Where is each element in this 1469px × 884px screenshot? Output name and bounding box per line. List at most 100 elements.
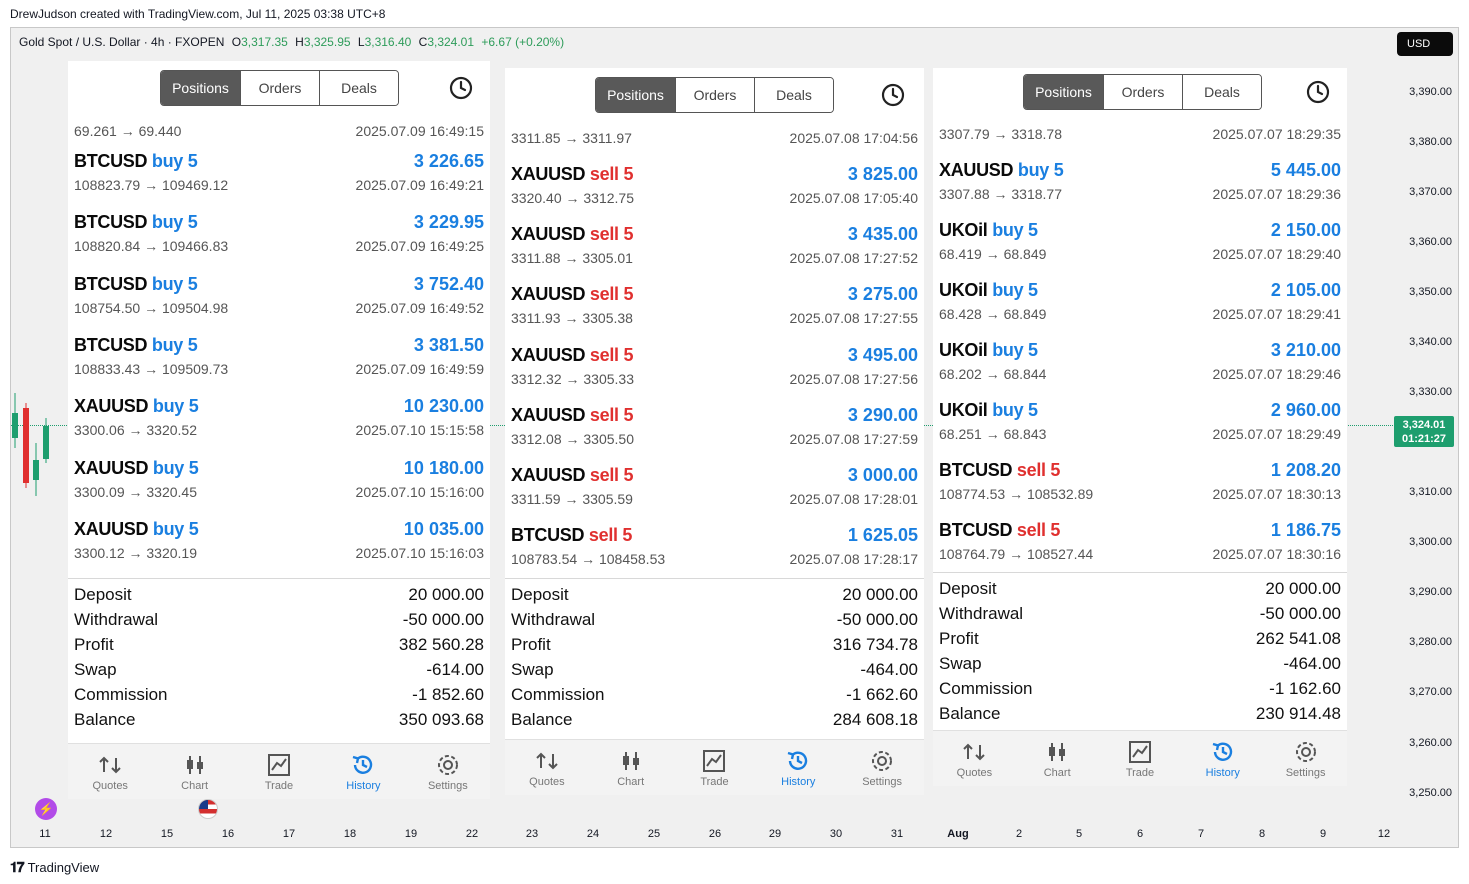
nav-quotes[interactable]: Quotes [68,744,152,799]
deal-profit: 3 290.00 [847,404,918,425]
list-item[interactable]: BTCUSD sell 5 1 625.05 108783.54 → 108458.… [505,517,924,577]
list-item[interactable]: XAUUSD buy 5 10 035.00 3300.12 → 3320.19 20… [68,511,490,571]
summary-label: Deposit [74,585,132,604]
list-item-partial[interactable]: 3311.85 → 3311.97 2025.07.08 17:04:56 [505,130,924,150]
deal-time: 2025.07.08 17:27:52 [789,250,918,267]
lightning-event-icon[interactable]: ⚡ [35,798,57,820]
list-item[interactable]: UKOil buy 5 3 210.00 68.202 → 68.844 2025.0… [933,332,1347,392]
nav-quotes[interactable]: Quotes [933,731,1016,786]
list-item[interactable]: BTCUSD buy 5 3 229.95 108820.84 → 109466.8… [68,204,490,264]
currency-badge[interactable]: USD [1397,32,1453,56]
deal-time: 2025.07.09 16:49:15 [355,123,484,139]
list-item[interactable]: XAUUSD sell 5 3 275.00 3311.93 → 3305.38 20… [505,276,924,336]
nav-chart[interactable]: Chart [1016,731,1099,786]
nav-settings[interactable]: Settings [840,740,924,795]
history-tab-switcher[interactable]: Positions Orders Deals [160,70,399,106]
bottom-nav: Quotes Chart Trade History Settings [505,739,924,795]
nav-settings[interactable]: Settings [406,744,490,799]
time-tick-label: 17 [282,828,296,840]
list-item[interactable]: XAUUSD buy 5 10 230.00 3300.06 → 3320.52 20… [68,388,490,448]
list-item[interactable]: XAUUSD buy 5 5 445.00 3307.88 → 3318.77 202… [933,152,1347,212]
list-item[interactable]: UKOil buy 5 2 960.00 68.251 → 68.843 2025.0… [933,392,1347,452]
tab-orders[interactable]: Orders [675,78,754,112]
clock-icon[interactable] [1305,79,1331,105]
deal-time: 2025.07.07 18:29:40 [1212,246,1341,262]
tab-orders[interactable]: Orders [240,71,319,105]
nav-label: Chart [617,776,645,788]
summary-value: -50 000.00 [1259,604,1341,623]
list-item[interactable]: XAUUSD buy 5 10 180.00 3300.09 → 3320.45 20… [68,450,490,510]
summary-value: -614.00 [426,660,484,679]
list-item[interactable]: XAUUSD sell 5 3 000.00 3311.59 → 3305.59 20… [505,457,924,517]
symbol-name: UKOil [939,280,988,300]
list-item[interactable]: XAUUSD sell 5 3 435.00 3311.88 → 3305.01 20… [505,216,924,276]
tab-deals[interactable]: Deals [754,78,833,112]
symbol-name: XAUUSD [74,457,149,478]
nav-trade[interactable]: Trade [673,740,757,795]
list-item[interactable]: XAUUSD sell 5 3 825.00 3320.40 → 3312.75 20… [505,156,924,216]
deal-prices: 108820.84 → 109466.83 [74,238,229,255]
price-tick-label: 3,340.00 [1409,336,1452,348]
time-tick-label: 23 [525,828,539,840]
nav-trade[interactable]: Trade [237,744,321,799]
nav-history[interactable]: History [1181,731,1264,786]
summary-label: Swap [939,654,982,673]
list-item[interactable]: XAUUSD sell 5 3 290.00 3312.08 → 3305.50 20… [505,397,924,457]
list-item[interactable]: UKOil buy 5 2 150.00 68.419 → 68.849 2025.0… [933,212,1347,272]
nav-label: Settings [862,776,902,788]
nav-chart[interactable]: Chart [589,740,673,795]
history-tab-switcher[interactable]: Positions Orders Deals [595,77,834,113]
clock-icon[interactable] [448,75,474,101]
deal-side: buy 5 [992,400,1038,420]
deal-profit: 1 208.20 [1270,460,1341,480]
list-item[interactable]: BTCUSD buy 5 3 381.50 108833.43 → 109509.7… [68,327,490,387]
tradingview-logo[interactable]: 𝟏𝟕 TradingView [10,859,99,876]
nav-trade[interactable]: Trade [1099,731,1182,786]
deal-profit: 5 445.00 [1270,160,1341,180]
deal-profit: 3 825.00 [847,164,918,184]
nav-quotes[interactable]: Quotes [505,740,589,795]
list-item[interactable]: BTCUSD sell 5 1 208.20 108774.53 → 108532.… [933,452,1347,512]
list-item[interactable]: BTCUSD buy 5 3 226.65 108823.79 → 109469.1… [68,143,490,203]
history-icon [353,755,373,774]
deal-symbol: BTCUSD buy 5 [74,151,198,172]
tab-positions[interactable]: Positions [161,71,240,105]
deal-prices: 3300.09 → 3320.45 [74,483,197,500]
quotes-icon [99,756,121,774]
list-item[interactable]: BTCUSD buy 5 3 752.40 108754.50 → 109504.9… [68,266,490,326]
list-item[interactable]: UKOil buy 5 2 105.00 68.428 → 68.849 2025.0… [933,272,1347,332]
list-item-partial[interactable]: 69.261 → 69.440 2025.07.09 16:49:15 [68,123,490,143]
deal-side: sell 5 [589,404,634,425]
time-tick-label: 16 [221,828,235,840]
nav-chart[interactable]: Chart [152,744,236,799]
list-item[interactable]: BTCUSD sell 5 1 186.75 108764.79 → 108527.… [933,512,1347,572]
tab-positions[interactable]: Positions [1024,75,1103,109]
deal-time: 2025.07.10 15:16:03 [355,544,484,561]
summary-value: -1 852.60 [412,685,484,704]
low-label: L [357,35,365,49]
nav-settings[interactable]: Settings [1264,731,1347,786]
us-flag-icon[interactable] [198,799,218,819]
history-panel-2: Positions Orders Deals 3311.85 → 3311.97… [505,68,924,795]
tab-deals[interactable]: Deals [1182,75,1261,109]
tab-positions[interactable]: Positions [596,78,675,112]
list-item[interactable]: XAUUSD sell 5 3 495.00 3312.32 → 3305.33 20… [505,337,924,397]
nav-history[interactable]: History [321,744,405,799]
summary-label: Deposit [511,585,569,604]
deal-time: 2025.07.10 15:15:58 [355,422,484,439]
summary-label: Profit [74,635,114,654]
deal-prices: 3311.88 → 3305.01 [511,250,633,267]
list-item-partial[interactable]: 3307.79 → 3318.78 2025.07.07 18:29:35 [933,126,1347,146]
chart-frame[interactable]: Gold Spot / U.S. Dollar · 4h · FXOPEN O3… [10,27,1459,848]
time-axis[interactable]: 11 12 15 16 17 18 19 22 23 24 25 26 29 30 31 Aug 2 5 6 7 8 9 1… [11,828,1393,847]
deal-symbol: XAUUSD buy 5 [74,457,199,479]
history-tab-switcher[interactable]: Positions Orders Deals [1023,74,1262,110]
deal-side: buy 5 [151,151,198,171]
clock-icon[interactable] [880,82,906,108]
nav-history[interactable]: History [756,740,840,795]
deal-side: buy 5 [151,212,198,233]
deal-time: 2025.07.09 16:49:21 [355,177,484,193]
tab-orders[interactable]: Orders [1103,75,1182,109]
bottom-nav: Quotes Chart Trade History Settings [68,743,490,799]
tab-deals[interactable]: Deals [319,71,398,105]
